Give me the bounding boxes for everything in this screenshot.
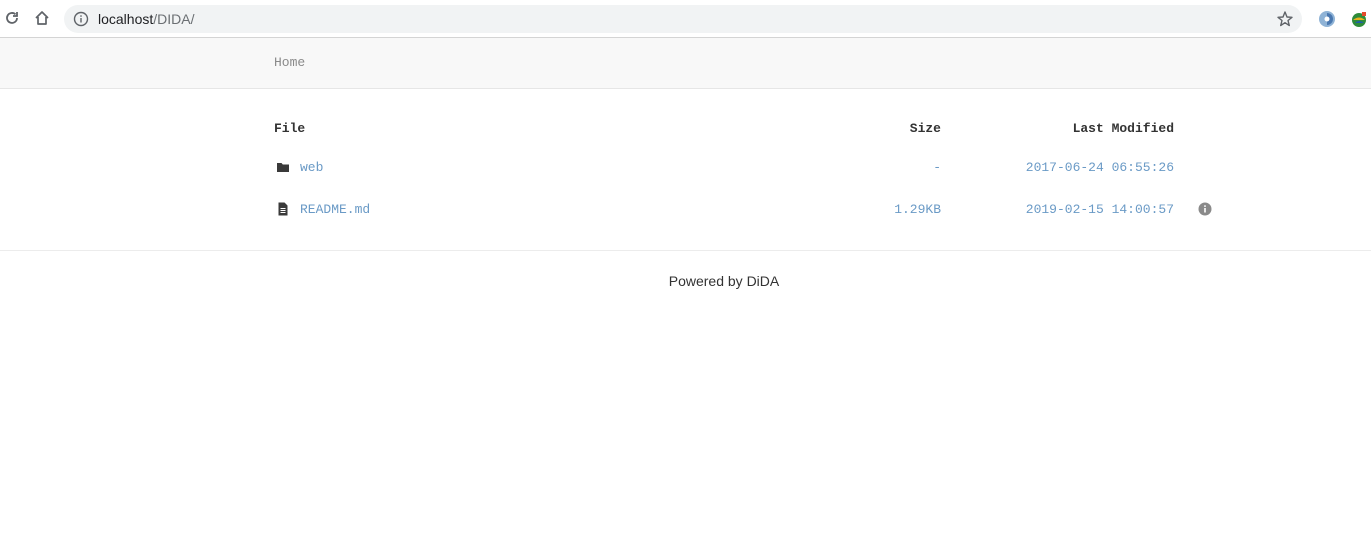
- header-modified[interactable]: Last Modified: [1073, 121, 1174, 136]
- file-size: 1.29KB: [894, 202, 941, 217]
- url-host: localhost: [98, 11, 154, 27]
- table-header: File Size Last Modified: [274, 121, 1224, 145]
- folder-icon: [276, 160, 290, 174]
- header-file[interactable]: File: [274, 121, 305, 136]
- file-name-link[interactable]: README.md: [300, 202, 370, 217]
- footer-divider: [0, 250, 1371, 251]
- info-icon[interactable]: [73, 11, 89, 27]
- extension-globe-icon[interactable]: [1349, 9, 1369, 29]
- table-row[interactable]: README.md 1.29KB 2019-02-15 14:00:57: [274, 202, 1224, 226]
- url-path: /DIDA/: [153, 11, 195, 27]
- browser-toolbar: localhost/DIDA/: [0, 0, 1371, 38]
- star-icon[interactable]: [1276, 10, 1294, 28]
- file-size: -: [933, 160, 941, 175]
- file-icon: [276, 202, 290, 216]
- address-url[interactable]: localhost/DIDA/: [98, 11, 195, 27]
- header-size[interactable]: Size: [910, 121, 941, 136]
- breadcrumb: Home: [0, 38, 1371, 89]
- file-info-icon[interactable]: [1198, 202, 1212, 216]
- reload-icon[interactable]: [0, 6, 24, 30]
- footer-powered-by: Powered by DiDA: [668, 273, 780, 289]
- file-modified: 2017-06-24 06:55:26: [1025, 160, 1174, 175]
- home-icon[interactable]: [30, 6, 54, 30]
- file-name-link[interactable]: web: [300, 160, 323, 175]
- breadcrumb-home[interactable]: Home: [274, 55, 305, 70]
- table-row[interactable]: web - 2017-06-24 06:55:26: [274, 160, 1224, 184]
- extension-icon[interactable]: [1317, 9, 1337, 29]
- file-modified: 2019-02-15 14:00:57: [1025, 202, 1174, 217]
- address-bar[interactable]: localhost/DIDA/: [64, 5, 1302, 33]
